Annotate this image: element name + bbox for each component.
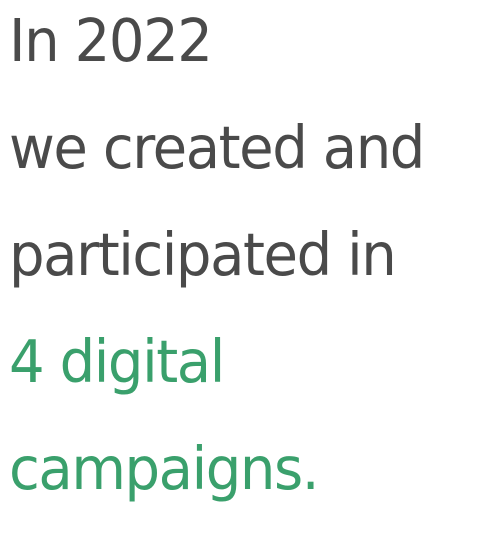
campaign-statement: In 2022 we created and participated in 4…	[9, 0, 472, 535]
statement-line-participated: participated in	[9, 220, 397, 289]
statement-highlight-count: 4 digital	[9, 327, 225, 396]
statement-line-year: In 2022	[9, 6, 213, 75]
statement-highlight-campaigns: campaigns.	[9, 434, 320, 503]
statement-line-created: we created and	[9, 113, 425, 182]
